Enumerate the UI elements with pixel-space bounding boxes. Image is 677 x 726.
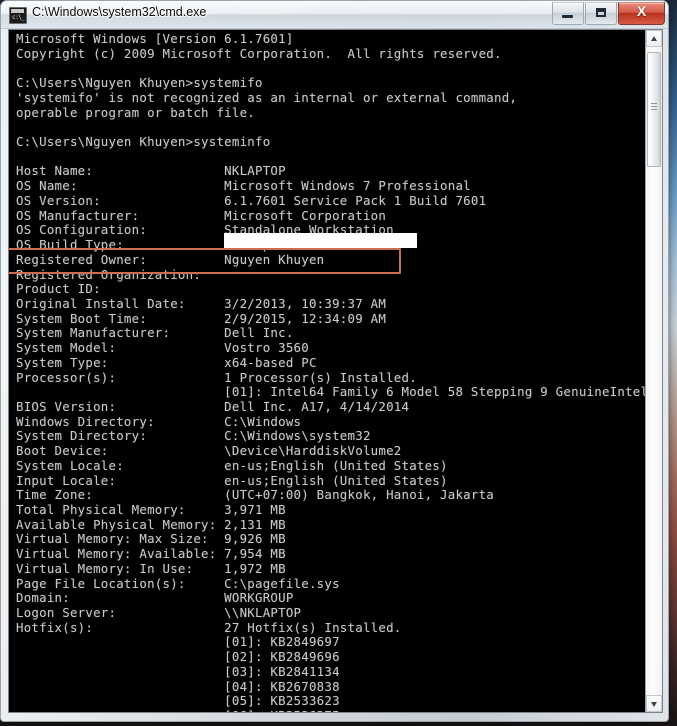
- scrollbar-up-arrow[interactable]: [646, 30, 662, 47]
- maximize-button[interactable]: [585, 2, 617, 25]
- window-title: C:\Windows\system32\cmd.exe: [32, 5, 207, 19]
- chevron-down-icon: [651, 702, 657, 707]
- console-output-surface[interactable]: Microsoft Windows [Version 6.1.7601] Cop…: [9, 30, 646, 712]
- icon-prompt-glyph: c:\_: [12, 14, 25, 21]
- scrollbar-thumb[interactable]: [647, 52, 661, 167]
- restore-icon: [596, 8, 606, 17]
- scrollbar-down-arrow[interactable]: [646, 695, 662, 712]
- minimize-button[interactable]: [552, 2, 584, 25]
- icon-title-bar-strip: [11, 9, 24, 13]
- console-output-text: Microsoft Windows [Version 6.1.7601] Cop…: [16, 31, 646, 712]
- console-client-area[interactable]: Microsoft Windows [Version 6.1.7601] Cop…: [8, 29, 663, 713]
- cmd-window[interactable]: c:\_ C:\Windows\system32\cmd.exe X Micro…: [0, 0, 669, 722]
- chevron-up-icon: [651, 36, 657, 41]
- close-button[interactable]: X: [618, 2, 665, 25]
- console-vertical-scrollbar[interactable]: [645, 30, 662, 712]
- cmd-console-icon: c:\_: [9, 7, 27, 24]
- scrollbar-track[interactable]: [646, 167, 662, 695]
- window-title-bar[interactable]: c:\_ C:\Windows\system32\cmd.exe X: [1, 1, 668, 29]
- product-id-redaction-box: [224, 233, 417, 248]
- scrollbar-grip-icon: [651, 103, 657, 112]
- install-date-highlight-box: [9, 248, 401, 274]
- minimize-icon: [562, 15, 573, 18]
- close-icon: X: [636, 3, 647, 19]
- caption-button-group: X: [551, 2, 665, 25]
